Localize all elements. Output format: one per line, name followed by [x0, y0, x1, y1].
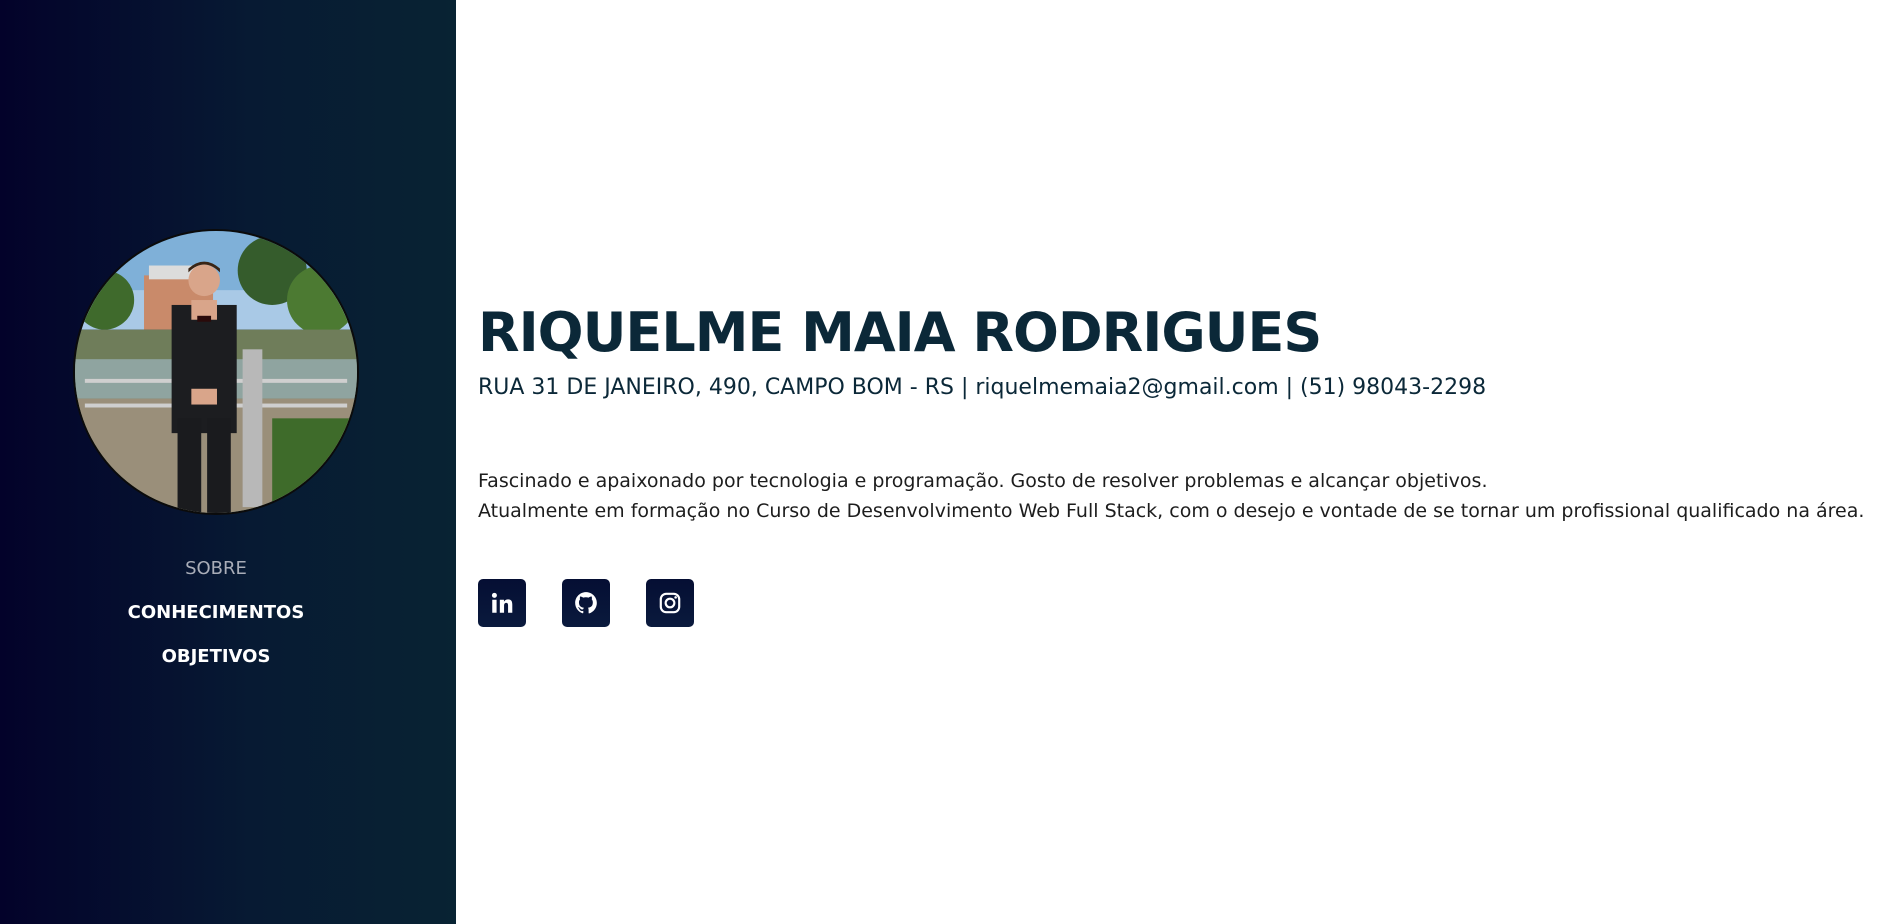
about-line-2: Atualmente em formação no Curso de Desen…: [478, 500, 1865, 522]
sidebar: SOBRE CONHECIMENTOS OBJETIVOS: [0, 0, 456, 924]
page: SOBRE CONHECIMENTOS OBJETIVOS RIQUELME M…: [0, 0, 1895, 924]
sidebar-nav: SOBRE CONHECIMENTOS OBJETIVOS: [0, 553, 432, 685]
about-text: Fascinado e apaixonado por tecnologia e …: [478, 466, 1864, 526]
contact-info: RUA 31 DE JANEIRO, 490, CAMPO BOM - RS |…: [478, 375, 1487, 400]
nav-item-objetivos[interactable]: OBJETIVOS: [0, 641, 432, 685]
about-line-1: Fascinado e apaixonado por tecnologia e …: [478, 470, 1488, 492]
nav-item-conhecimentos[interactable]: CONHECIMENTOS: [0, 597, 432, 641]
instagram-icon: [659, 592, 681, 614]
instagram-button[interactable]: [646, 579, 694, 627]
page-title: RIQUELME MAIA RODRIGUES: [478, 301, 1322, 364]
avatar: [73, 229, 359, 515]
github-button[interactable]: [562, 579, 610, 627]
profile-photo: [75, 231, 357, 513]
nav-item-sobre[interactable]: SOBRE: [0, 553, 432, 597]
social-links: [478, 579, 694, 627]
linkedin-button[interactable]: [478, 579, 526, 627]
github-icon: [575, 592, 597, 614]
linkedin-icon: [491, 592, 513, 613]
